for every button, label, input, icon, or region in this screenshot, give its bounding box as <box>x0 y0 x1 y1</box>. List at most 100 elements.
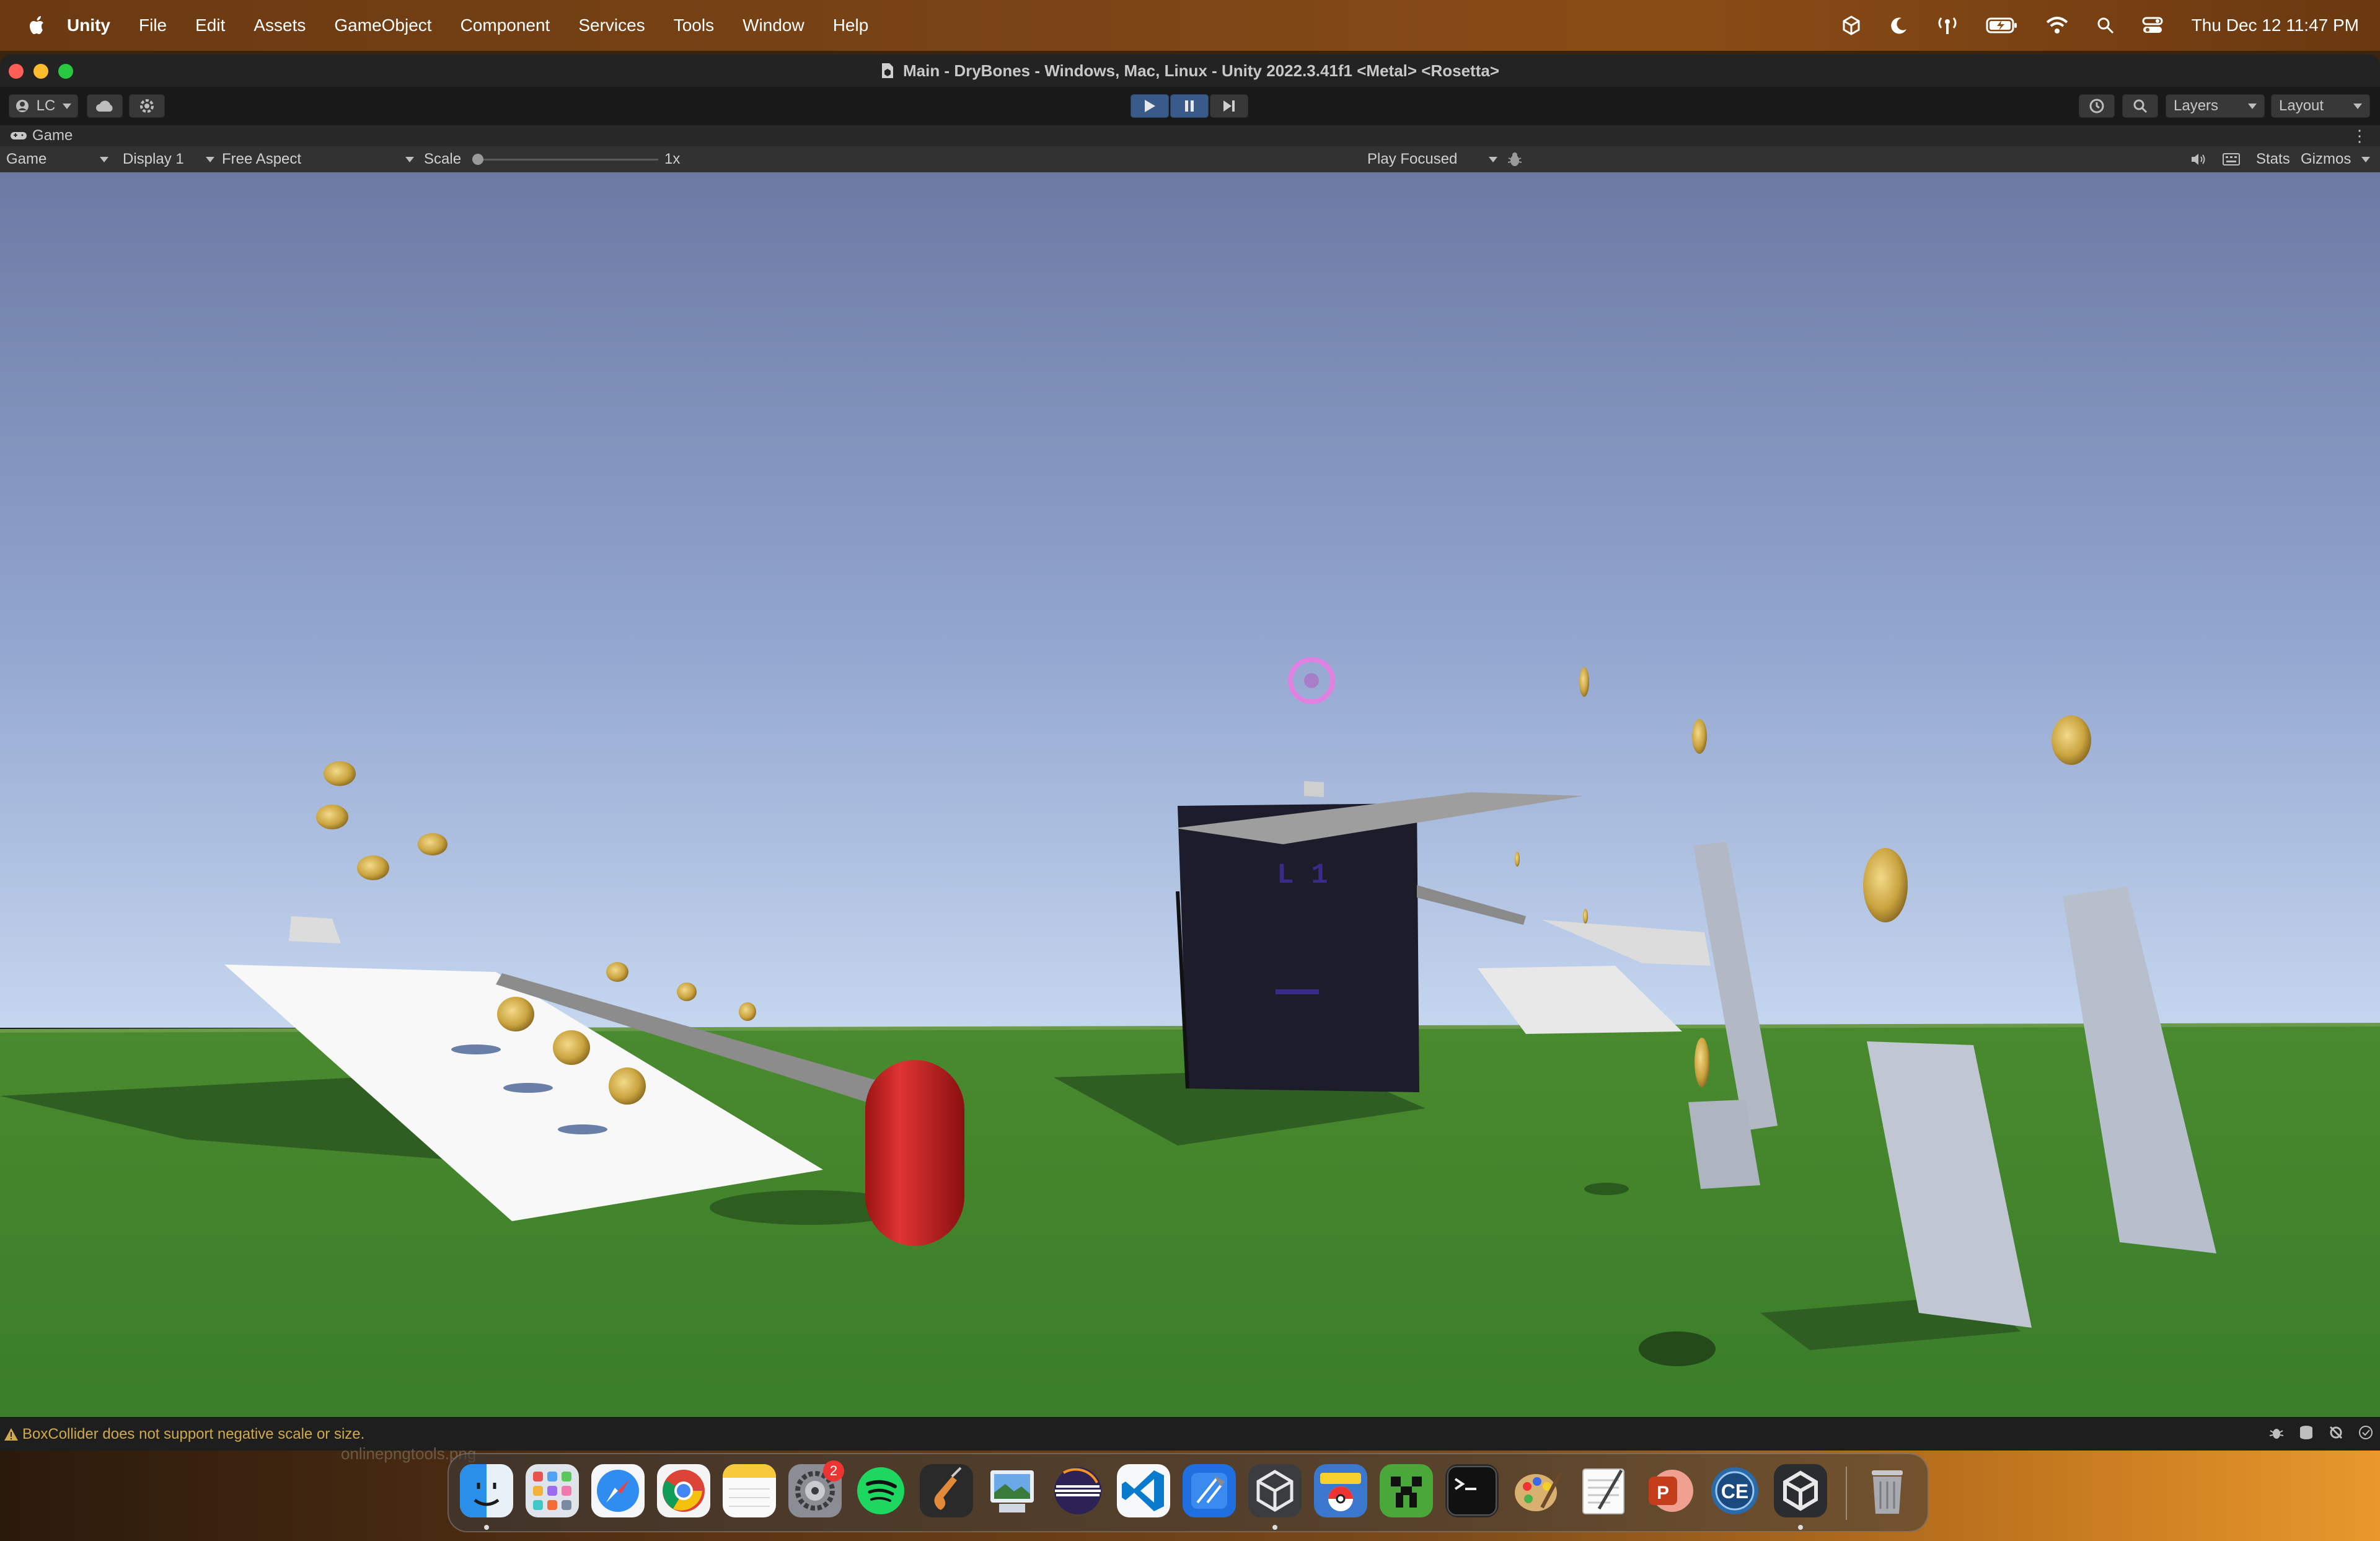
display-dropdown[interactable]: Display 1 <box>123 146 214 172</box>
level-sign-text: L 1 <box>1277 859 1328 891</box>
pause-button[interactable] <box>1170 94 1209 118</box>
step-button[interactable] <box>1210 94 1248 118</box>
unity-icon[interactable] <box>1774 1464 1827 1517</box>
menu-window[interactable]: Window <box>743 15 804 35</box>
chevron-down-icon <box>100 156 108 162</box>
window-maximize-button[interactable] <box>58 64 73 79</box>
menu-edit[interactable]: Edit <box>195 15 225 35</box>
coin <box>606 962 628 982</box>
terminal-icon[interactable] <box>1445 1464 1499 1517</box>
chevron-down-icon <box>2248 103 2257 109</box>
collab-settings-button[interactable] <box>129 94 165 118</box>
coin <box>553 1030 590 1065</box>
check-icon[interactable] <box>2358 1424 2374 1445</box>
menu-gameobject[interactable]: GameObject <box>334 15 431 35</box>
coin <box>739 1002 756 1021</box>
coin <box>2052 715 2091 765</box>
menu-file[interactable]: File <box>139 15 167 35</box>
menu-assets[interactable]: Assets <box>253 15 306 35</box>
tab-game[interactable]: Game <box>10 127 73 144</box>
tab-game-label: Game <box>32 127 73 144</box>
play-button[interactable] <box>1130 94 1169 118</box>
coin <box>316 805 348 829</box>
powerpoint-icon[interactable]: P <box>1642 1464 1696 1517</box>
apple-menu-icon[interactable] <box>25 13 50 38</box>
wifi-icon[interactable] <box>2045 16 2069 35</box>
eclipse-icon[interactable] <box>1051 1464 1104 1517</box>
menu-component[interactable]: Component <box>461 15 550 35</box>
system-settings-icon[interactable]: 2 <box>788 1460 844 1517</box>
play-mode-dropdown[interactable]: Play Focused <box>1367 146 1497 172</box>
chevron-down-icon <box>63 103 71 109</box>
cache-server-icon[interactable] <box>2298 1424 2314 1445</box>
cloud-button[interactable] <box>87 94 123 118</box>
game-view-controls: Game Display 1 Free Aspect Scale 1x Play… <box>0 146 2380 173</box>
airdrop-icon[interactable] <box>1936 15 1959 35</box>
gizmos-dropdown-caret[interactable] <box>2361 146 2370 172</box>
coin <box>357 855 389 880</box>
xcode-icon[interactable] <box>1183 1464 1236 1517</box>
menu-app-unity[interactable]: Unity <box>67 15 110 35</box>
garageband-icon[interactable] <box>920 1464 973 1517</box>
safari-icon[interactable] <box>591 1464 645 1517</box>
undo-history-button[interactable] <box>2079 94 2115 118</box>
layers-dropdown[interactable]: Layers <box>2166 94 2265 118</box>
unity-hub-icon[interactable] <box>1248 1464 1302 1517</box>
display-label: Display 1 <box>123 151 184 167</box>
debug-icon[interactable] <box>2268 1424 2285 1445</box>
pokemon-tcg-icon[interactable] <box>1314 1464 1367 1517</box>
unity-status-icon[interactable] <box>1841 15 1862 36</box>
more-options-icon[interactable]: ⋮ <box>2351 126 2368 146</box>
scene-file-icon <box>881 63 893 78</box>
stats-toggle[interactable]: Stats <box>2256 146 2290 172</box>
gizmos-toggle[interactable]: Gizmos <box>2301 146 2351 172</box>
finder-icon[interactable] <box>460 1464 513 1517</box>
spotify-icon[interactable] <box>854 1464 907 1517</box>
coin <box>1692 719 1707 754</box>
paint-icon[interactable] <box>1511 1464 1564 1517</box>
layers-label: Layers <box>2174 97 2219 114</box>
scale-slider-handle[interactable] <box>472 154 483 165</box>
search-button[interactable] <box>2122 94 2158 118</box>
keyboard-shortcuts-icon[interactable] <box>2223 146 2240 172</box>
coin <box>1579 667 1589 697</box>
launchpad-icon[interactable] <box>526 1464 579 1517</box>
window-close-button[interactable] <box>9 64 24 79</box>
view-mode-label: Game <box>6 151 47 167</box>
aspect-label: Free Aspect <box>222 151 302 167</box>
battery-icon[interactable] <box>1986 17 2018 34</box>
cheat-engine-icon[interactable]: CE <box>1708 1464 1761 1517</box>
game-viewport[interactable]: L 1 <box>0 172 2380 1417</box>
control-center-icon[interactable] <box>2142 16 2163 35</box>
gamepad-icon <box>11 132 27 139</box>
menu-tools[interactable]: Tools <box>674 15 714 35</box>
preview-icon[interactable] <box>985 1464 1039 1517</box>
gear-icon <box>140 99 154 113</box>
chrome-icon[interactable] <box>657 1464 710 1517</box>
status-bar-icons <box>2255 1418 2374 1450</box>
scale-slider-track[interactable] <box>477 159 658 161</box>
menu-help[interactable]: Help <box>833 15 869 35</box>
view-mode-dropdown[interactable]: Game <box>6 146 108 172</box>
window-title: Main - DryBones - Windows, Mac, Linux - … <box>902 61 1500 80</box>
bug-icon[interactable] <box>1506 146 1523 172</box>
aspect-dropdown[interactable]: Free Aspect <box>222 146 414 172</box>
vscode-icon[interactable] <box>1117 1464 1170 1517</box>
menubar-clock[interactable]: Thu Dec 12 11:47 PM <box>2192 15 2359 35</box>
account-label: LC <box>36 97 56 114</box>
textedit-icon[interactable] <box>1577 1464 1630 1517</box>
step-icon <box>1223 100 1235 112</box>
window-minimize-button[interactable] <box>33 64 48 79</box>
auto-generate-lighting-icon[interactable] <box>2328 1424 2344 1445</box>
minecraft-icon[interactable] <box>1380 1464 1433 1517</box>
trash-icon[interactable] <box>1861 1464 1914 1517</box>
notes-icon[interactable] <box>723 1464 776 1517</box>
menu-services[interactable]: Services <box>578 15 645 35</box>
spotlight-search-icon[interactable] <box>2096 16 2115 35</box>
layout-dropdown[interactable]: Layout <box>2271 94 2370 118</box>
focus-moon-icon[interactable] <box>1889 15 1909 35</box>
mute-audio-icon[interactable] <box>2190 146 2206 172</box>
coin <box>1695 1038 1709 1087</box>
account-dropdown[interactable]: LC <box>9 94 78 118</box>
black-cube-level-door <box>1178 803 1419 1092</box>
